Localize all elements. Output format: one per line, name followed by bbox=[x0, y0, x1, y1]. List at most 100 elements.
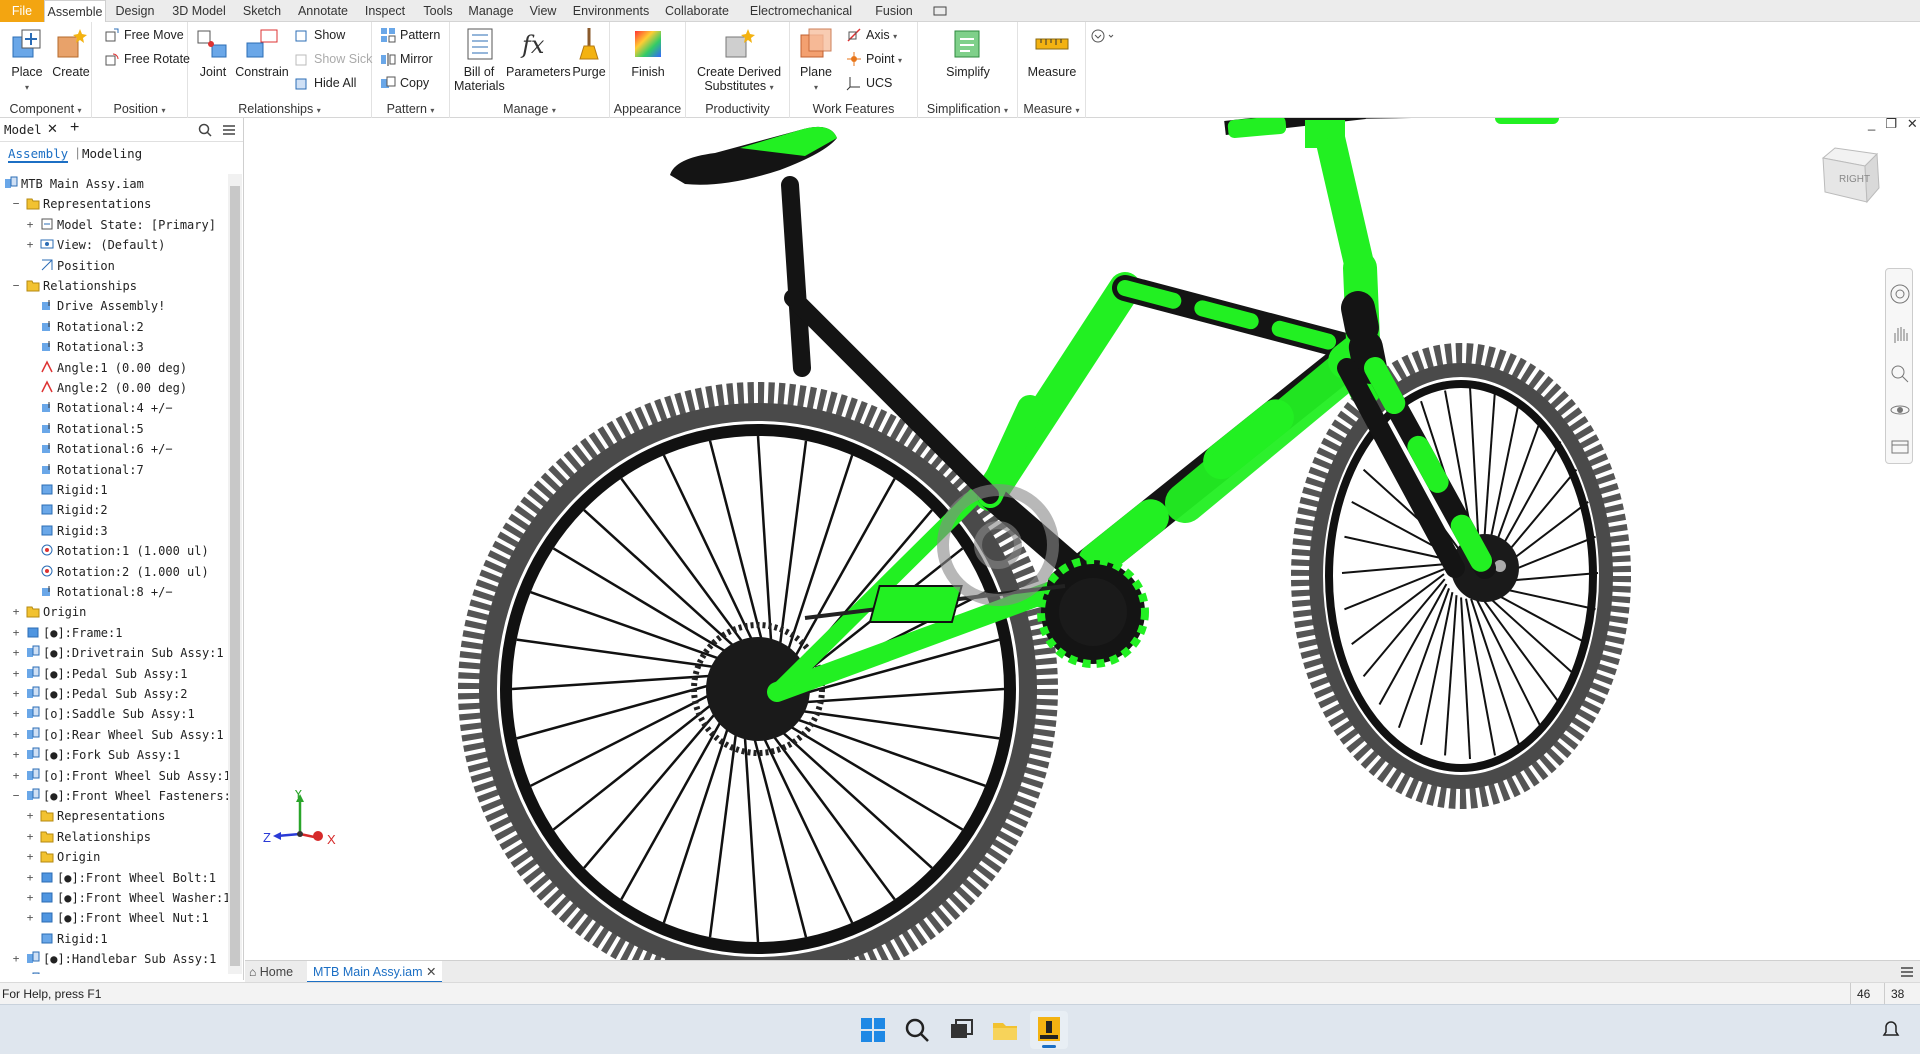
free-rotate-button[interactable]: Free Rotate bbox=[102, 48, 190, 70]
tree-node[interactable]: Rotational:7 bbox=[40, 460, 144, 480]
show-sick-button[interactable]: Show Sick bbox=[292, 48, 372, 70]
tab-list-menu-icon[interactable] bbox=[1900, 965, 1914, 979]
create-derived-substitutes-button[interactable]: Create Derived Substitutes ▾ bbox=[696, 25, 782, 95]
handlebar[interactable] bbox=[1224, 118, 1559, 272]
ribbon-tab-3d-model[interactable]: 3D Model bbox=[164, 0, 234, 22]
tree-node[interactable]: Rigid:2 bbox=[40, 500, 108, 520]
tree-node[interactable]: Rotational:4 +/− bbox=[40, 398, 173, 418]
expand-icon[interactable]: + bbox=[24, 888, 36, 908]
show-button[interactable]: Show bbox=[292, 24, 345, 46]
file-explorer-icon[interactable] bbox=[990, 1015, 1020, 1045]
pan-hand-icon[interactable] bbox=[1889, 323, 1911, 345]
tree-node[interactable]: Drive Assembly! bbox=[40, 296, 165, 316]
expand-icon[interactable]: + bbox=[10, 643, 22, 663]
zoom-icon[interactable] bbox=[1889, 363, 1911, 385]
tree-node[interactable]: Rotational:6 +/− bbox=[40, 439, 173, 459]
tree-node[interactable]: + [●]:Pedal Sub Assy:2 bbox=[13, 684, 188, 704]
steering-wheel-icon[interactable] bbox=[1889, 283, 1911, 305]
task-view-icon[interactable] bbox=[946, 1015, 976, 1045]
expand-icon[interactable]: + bbox=[10, 949, 22, 969]
copy-button[interactable]: Copy bbox=[378, 72, 429, 94]
mirror-button[interactable]: Mirror bbox=[378, 48, 433, 70]
tree-node[interactable]: + [●]:Rear wheel Fasteners:1 bbox=[13, 970, 228, 974]
group-label-position[interactable]: Position ▾ bbox=[92, 102, 187, 116]
graphics-viewport[interactable]: RIGHT _❐✕ Y Z X bbox=[245, 118, 1920, 960]
tree-node[interactable]: + [●]:Front Wheel Bolt:1 bbox=[27, 868, 216, 888]
look-at-icon[interactable] bbox=[1889, 435, 1911, 457]
tree-node[interactable]: + [●]:Pedal Sub Assy:1 bbox=[13, 664, 188, 684]
expand-icon[interactable]: + bbox=[24, 215, 36, 235]
ribbon-tab-collaborate[interactable]: Collaborate bbox=[656, 0, 738, 22]
mode-assembly[interactable]: Assembly bbox=[8, 146, 69, 163]
tree-node[interactable]: + [●]:Fork Sub Assy:1 bbox=[13, 745, 180, 765]
expand-icon[interactable]: + bbox=[10, 602, 22, 622]
notification-icon[interactable] bbox=[1880, 1019, 1902, 1041]
tree-node[interactable]: − [●]:Front Wheel Fasteners:1 bbox=[13, 786, 228, 806]
parameters-button[interactable]: fx Parameters bbox=[506, 25, 571, 79]
mode-modeling[interactable]: Modeling bbox=[82, 146, 142, 161]
tree-node[interactable]: − Representations bbox=[13, 194, 152, 214]
create-component-button[interactable]: Create bbox=[52, 25, 90, 79]
tree-node[interactable]: Rotation:1 (1.000 ul) bbox=[40, 541, 209, 561]
ribbon-tab-fusion[interactable]: Fusion bbox=[864, 0, 924, 22]
tree-node[interactable]: Angle:2 (0.00 deg) bbox=[40, 378, 187, 398]
expand-icon[interactable]: + bbox=[10, 704, 22, 724]
menu-icon[interactable] bbox=[222, 123, 236, 137]
bike-model-render[interactable] bbox=[245, 118, 1920, 960]
tree-node[interactable]: Angle:1 (0.00 deg) bbox=[40, 358, 187, 378]
bill-of-materials-button[interactable]: Bill of Materials bbox=[454, 25, 505, 93]
tree-node[interactable]: + [●]:Handlebar Sub Assy:1 bbox=[13, 949, 216, 969]
tree-node[interactable]: + [o]:Rear Wheel Sub Assy:1 bbox=[13, 725, 224, 745]
group-label-pattern[interactable]: Pattern ▾ bbox=[372, 102, 449, 116]
browser-scrollbar[interactable] bbox=[228, 174, 242, 974]
saddle[interactable] bbox=[670, 126, 837, 185]
expand-icon[interactable]: + bbox=[24, 827, 36, 847]
expand-icon[interactable]: + bbox=[10, 970, 22, 974]
customize-ribbon-button[interactable] bbox=[1090, 28, 1116, 47]
close-tab-icon[interactable]: ✕ bbox=[426, 965, 436, 979]
free-move-button[interactable]: Free Move bbox=[102, 24, 184, 46]
expand-icon[interactable]: + bbox=[24, 847, 36, 867]
expand-icon[interactable]: + bbox=[24, 806, 36, 826]
hide-all-button[interactable]: Hide All bbox=[292, 72, 356, 94]
tree-node[interactable]: Rotational:8 +/− bbox=[40, 582, 173, 602]
ribbon-tab-view[interactable]: View bbox=[520, 0, 566, 22]
restore-icon[interactable]: ❐ bbox=[1885, 118, 1907, 131]
tree-node[interactable]: Rotational:3 bbox=[40, 337, 144, 357]
tab-model[interactable]: Model bbox=[4, 122, 42, 137]
windows-start-icon[interactable] bbox=[858, 1015, 888, 1045]
tree-node[interactable]: Position bbox=[40, 256, 115, 276]
axis-button[interactable]: Axis ▾ bbox=[844, 24, 897, 46]
ucs-button[interactable]: UCS bbox=[844, 72, 892, 94]
tree-node[interactable]: + Origin bbox=[13, 602, 87, 622]
expand-icon[interactable]: + bbox=[10, 623, 22, 643]
tree-node[interactable]: + [o]:Front Wheel Sub Assy:1 bbox=[13, 766, 228, 786]
tree-node[interactable]: − Relationships bbox=[13, 276, 137, 296]
orbit-icon[interactable] bbox=[1889, 399, 1911, 421]
ribbon-tab-design[interactable]: Design bbox=[106, 0, 164, 22]
purge-button[interactable]: Purge bbox=[570, 25, 608, 79]
expand-icon[interactable]: + bbox=[10, 745, 22, 765]
group-label-measure[interactable]: Measure ▾ bbox=[1018, 102, 1085, 116]
minimize-icon[interactable]: _ bbox=[1868, 118, 1885, 131]
tree-node[interactable]: + Origin bbox=[27, 847, 101, 867]
close-model-tab-icon[interactable]: ✕ bbox=[47, 121, 58, 137]
tree-node[interactable]: MTB Main Assy.iam bbox=[4, 174, 144, 194]
tree-node[interactable]: Rigid:1 bbox=[40, 929, 108, 949]
expand-icon[interactable]: + bbox=[10, 725, 22, 745]
scrollbar-thumb[interactable] bbox=[230, 186, 240, 966]
ribbon-tab-manage[interactable]: Manage bbox=[462, 0, 520, 22]
tree-node[interactable]: Rigid:3 bbox=[40, 521, 108, 541]
finish-button[interactable]: Finish bbox=[628, 25, 668, 79]
plane-button[interactable]: Plane ▾ bbox=[796, 25, 836, 95]
expand-icon[interactable]: + bbox=[10, 684, 22, 704]
taskbar-search-icon[interactable] bbox=[902, 1015, 932, 1045]
expand-icon[interactable]: + bbox=[24, 868, 36, 888]
tab-mtb-main-assy[interactable]: MTB Main Assy.iam ✕ bbox=[307, 961, 443, 983]
tree-node[interactable]: + [●]:Frame:1 bbox=[13, 623, 123, 643]
point-button[interactable]: Point ▾ bbox=[844, 48, 902, 70]
expand-icon[interactable]: + bbox=[24, 235, 36, 255]
constrain-button[interactable]: Constrain bbox=[234, 25, 290, 79]
tab-home[interactable]: ⌂ Home bbox=[249, 961, 301, 983]
ribbon-tab-environments[interactable]: Environments bbox=[566, 0, 656, 22]
